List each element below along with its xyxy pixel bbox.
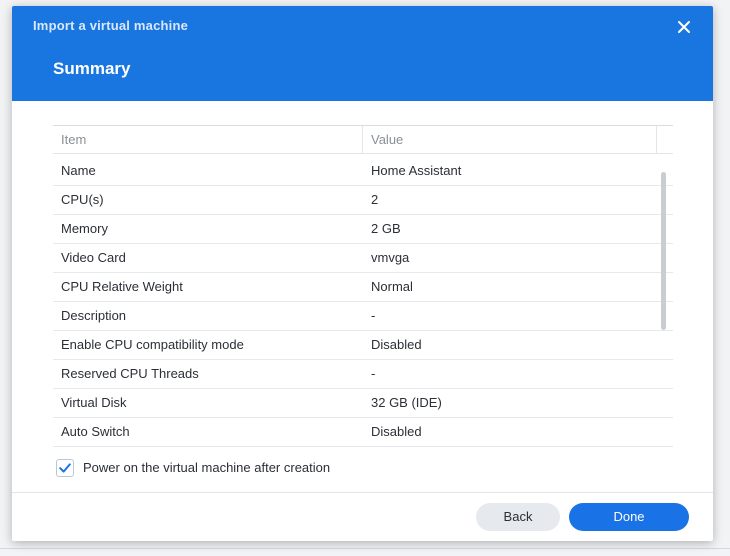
power-on-checkbox[interactable] [56,459,74,477]
cell-value: 2 GB [371,221,401,236]
table-row[interactable]: Name Home Assistant [53,157,673,186]
cell-item: CPU(s) [61,192,104,207]
cell-item: CPU Relative Weight [61,279,183,294]
back-button[interactable]: Back [476,503,560,531]
column-header-item[interactable]: Item [53,126,363,154]
cell-item: Description [61,308,127,323]
cell-value: Disabled [371,424,422,439]
cell-item: Video Card [61,250,126,265]
footer-divider [12,492,713,493]
step-title: Summary [53,59,131,78]
cell-item: Enable CPU compatibility mode [61,337,244,352]
backdrop-divider [0,548,730,549]
table-row[interactable]: Auto Switch Disabled [53,418,673,447]
cell-value: 32 GB (IDE) [371,395,442,410]
grid-scrollbar[interactable] [661,172,666,330]
cell-value: Normal [371,279,413,294]
cell-item: Reserved CPU Threads [61,366,199,381]
cell-value: - [371,366,376,381]
table-row[interactable]: Video Card vmvga [53,244,673,273]
cell-value: Disabled [371,337,422,352]
cell-value: vmvga [371,250,410,265]
cell-item: Memory [61,221,108,236]
table-row[interactable]: Virtual Disk 32 GB (IDE) [53,389,673,418]
window-title: Import a virtual machine [33,18,189,33]
checkmark-icon [59,463,71,473]
table-row[interactable]: CPU Relative Weight Normal [53,273,673,302]
cell-item: Auto Switch [61,424,130,439]
grid-rows: Name Home Assistant CPU(s) 2 Memory 2 GB… [53,157,673,447]
table-row[interactable]: Enable CPU compatibility mode Disabled [53,331,673,360]
cell-value: Home Assistant [371,163,462,178]
table-row[interactable]: CPU(s) 2 [53,186,673,215]
cell-value: - [371,308,376,323]
summary-grid: Item Value Name Home Assistant CPU(s) 2 … [53,125,673,451]
table-row[interactable]: Description - [53,302,673,331]
cell-item: Name [61,163,96,178]
close-icon [678,21,690,33]
cell-value: 2 [371,192,379,207]
done-button[interactable]: Done [569,503,689,531]
table-row[interactable]: Memory 2 GB [53,215,673,244]
grid-header: Item Value [53,125,673,154]
cell-item: Virtual Disk [61,395,127,410]
column-header-value[interactable]: Value [363,126,657,154]
table-row[interactable]: Reserved CPU Threads - [53,360,673,389]
import-vm-dialog: Import a virtual machine Summary Item Va… [12,6,713,541]
dialog-header: Import a virtual machine Summary [12,6,713,101]
close-button[interactable] [672,15,696,39]
power-on-label[interactable]: Power on the virtual machine after creat… [83,460,330,475]
